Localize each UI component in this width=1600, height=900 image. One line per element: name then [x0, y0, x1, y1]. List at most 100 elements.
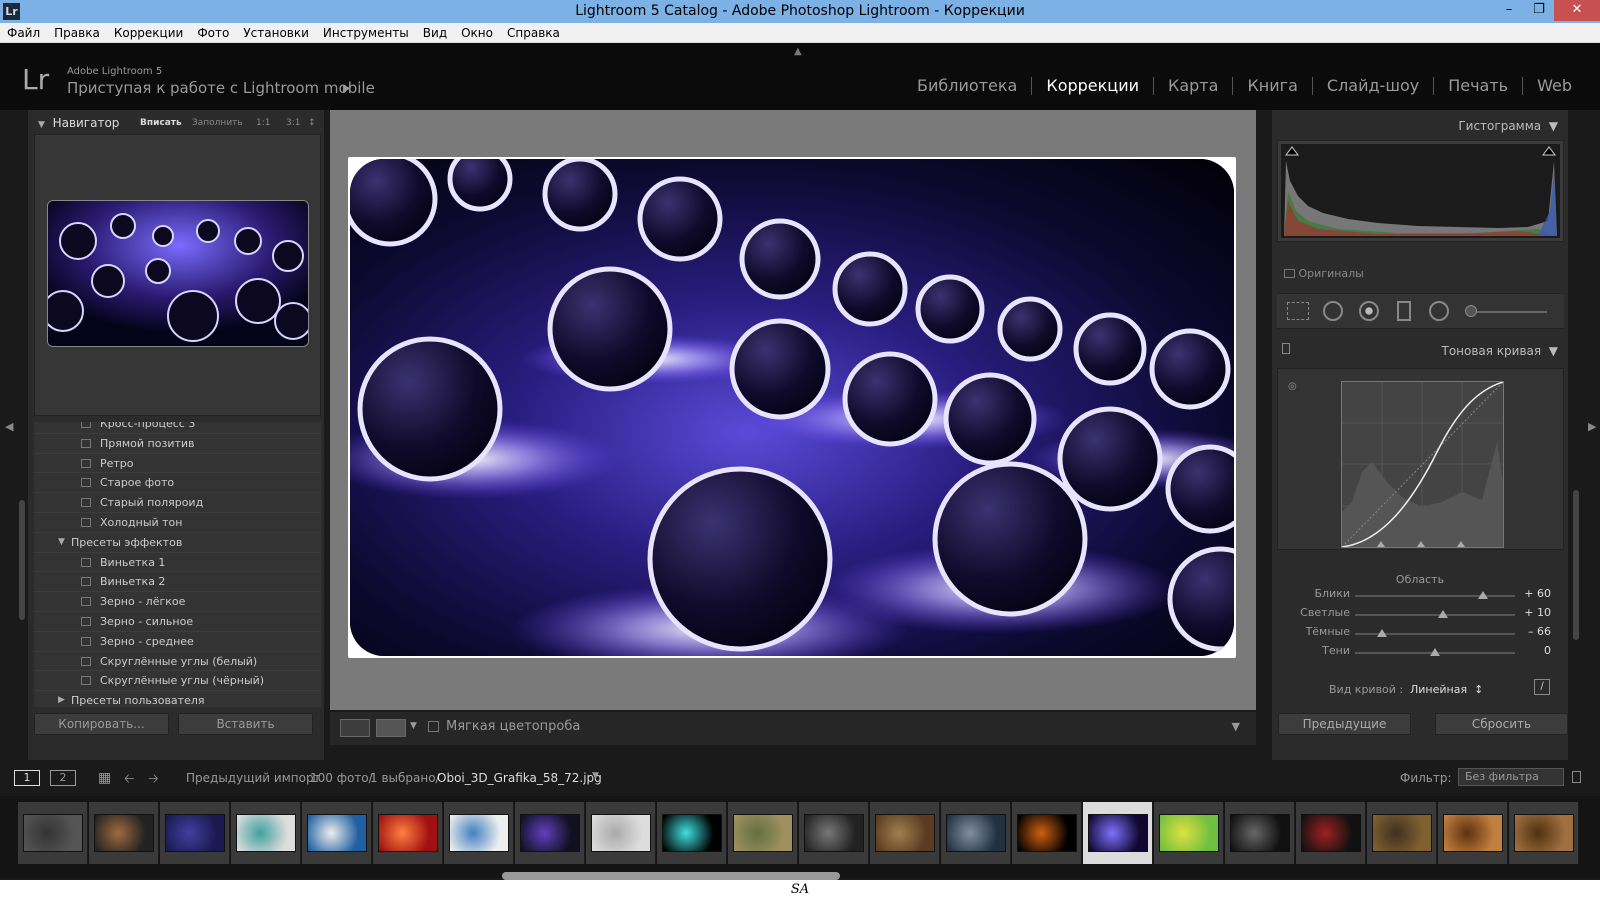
softproof-checkbox[interactable] — [428, 721, 439, 732]
before-after-icon[interactable] — [376, 719, 406, 737]
nav-3-1[interactable]: 3:1 — [286, 118, 300, 128]
module-web[interactable]: Web — [1522, 77, 1586, 95]
menu-settings[interactable]: Установки — [236, 23, 316, 42]
preset-item[interactable]: Старый поляроид — [34, 493, 321, 513]
filmstrip-thumb[interactable] — [302, 802, 372, 864]
split-point-3[interactable] — [1457, 541, 1465, 547]
left-panel-toggle-icon[interactable]: ◀ — [5, 420, 13, 433]
menu-develop[interactable]: Коррекции — [107, 23, 191, 42]
filmstrip-thumb[interactable] — [657, 802, 727, 864]
chevron-down-icon[interactable]: ▼ — [592, 771, 599, 781]
preset-item[interactable]: Зерно - сильное — [34, 612, 321, 632]
chevron-down-icon[interactable]: ▼ — [410, 721, 417, 731]
loupe-view-icon[interactable] — [340, 719, 370, 737]
filmstrip-thumb[interactable] — [1154, 802, 1224, 864]
module-slideshow[interactable]: Слайд-шоу — [1311, 77, 1433, 95]
grid-icon[interactable]: ▦ — [98, 770, 111, 786]
triangle-down-icon[interactable]: ▼ — [58, 533, 65, 552]
red-eye-icon[interactable] — [1359, 301, 1379, 321]
preset-item[interactable]: Скруглённые углы (чёрный) — [34, 671, 321, 692]
back-arrow-icon[interactable]: 🡠 — [124, 770, 135, 792]
preset-item[interactable]: Виньетка 2 — [34, 572, 321, 593]
toolbar-menu-icon[interactable]: ▼ — [1232, 720, 1240, 733]
filmstrip[interactable] — [0, 796, 1600, 878]
preset-item[interactable]: Прямой позитив — [34, 434, 321, 454]
histogram-header[interactable]: Гистограмма ▼ — [1458, 119, 1558, 133]
filmstrip-thumb[interactable] — [1083, 802, 1153, 864]
preset-item[interactable]: Виньетка 1 — [34, 553, 321, 573]
slider-value[interactable]: + 60 — [1511, 587, 1551, 600]
nav-fit[interactable]: Вписать — [140, 118, 182, 128]
panel-toggle-icon[interactable] — [1282, 343, 1290, 354]
menu-tools[interactable]: Инструменты — [316, 23, 416, 42]
slider-track[interactable] — [1355, 614, 1515, 616]
preset-item[interactable]: Старое фото — [34, 473, 321, 494]
chevron-down-icon[interactable]: ▼ — [1549, 344, 1558, 358]
filmstrip-scrollbar[interactable] — [502, 872, 840, 880]
split-point-1[interactable] — [1377, 541, 1385, 547]
filmstrip-thumb[interactable] — [444, 802, 514, 864]
module-book[interactable]: Книга — [1232, 77, 1311, 95]
collapse-top-icon[interactable]: ▲ — [794, 46, 802, 57]
monitor-1-button[interactable]: 1 — [14, 770, 40, 786]
originals-checkbox[interactable] — [1284, 269, 1295, 278]
radial-filter-icon[interactable] — [1429, 301, 1449, 321]
filmstrip-thumb[interactable] — [18, 802, 88, 864]
slider-knob[interactable] — [1478, 591, 1488, 599]
filmstrip-thumb[interactable] — [870, 802, 940, 864]
menu-window[interactable]: Окно — [454, 23, 500, 42]
module-develop[interactable]: Коррекции — [1031, 77, 1153, 95]
crop-tool-icon[interactable] — [1287, 302, 1309, 320]
monitor-2-button[interactable]: 2 — [50, 770, 76, 786]
preset-item[interactable]: Зерно - среднее — [34, 632, 321, 652]
spot-removal-icon[interactable] — [1323, 301, 1343, 321]
slider-track[interactable] — [1355, 595, 1515, 597]
right-panel-toggle-icon[interactable]: ▶ — [1588, 420, 1596, 433]
forward-arrow-icon[interactable]: 🡢 — [148, 770, 159, 792]
preset-folder[interactable]: ▶ Пресеты пользователя — [34, 691, 321, 707]
close-icon[interactable]: ✕ — [1554, 0, 1600, 21]
filmstrip-thumb[interactable] — [1509, 802, 1579, 864]
previous-button[interactable]: Предыдущие — [1278, 713, 1411, 735]
brush-slider[interactable] — [1467, 311, 1547, 313]
tonecurve-header[interactable]: Тоновая кривая ▼ — [1441, 344, 1558, 358]
filmstrip-thumb[interactable] — [89, 802, 159, 864]
menu-view[interactable]: Вид — [416, 23, 454, 42]
filmstrip-thumb[interactable] — [1012, 802, 1082, 864]
menu-edit[interactable]: Правка — [47, 23, 107, 42]
module-library[interactable]: Библиотека — [903, 77, 1031, 95]
filmstrip-thumb[interactable] — [1296, 802, 1366, 864]
filmstrip-thumb[interactable] — [1438, 802, 1508, 864]
menu-file[interactable]: Файл — [0, 23, 47, 42]
preset-item[interactable]: Скруглённые углы (белый) — [34, 652, 321, 672]
reset-button[interactable]: Сбросить — [1435, 713, 1568, 735]
play-icon[interactable]: ▶ — [343, 83, 351, 94]
paste-button[interactable]: Вставить — [178, 713, 313, 735]
curve-type-select[interactable]: Линейная ↕ — [1410, 683, 1483, 696]
tone-curve-graph[interactable] — [1341, 381, 1504, 548]
source-label[interactable]: Предыдущий импорт — [186, 771, 321, 785]
target-adjust-icon[interactable]: ◎ — [1288, 381, 1297, 392]
slider-value[interactable]: 0 — [1511, 644, 1551, 657]
nav-1-1[interactable]: 1:1 — [256, 118, 270, 128]
filter-lock-icon[interactable] — [1572, 771, 1581, 783]
filmstrip-thumb[interactable] — [941, 802, 1011, 864]
filmstrip-thumb[interactable] — [1225, 802, 1295, 864]
graduated-filter-icon[interactable] — [1397, 301, 1411, 321]
triangle-right-icon[interactable]: ▶ — [58, 691, 65, 707]
nav-fill[interactable]: Заполнить — [192, 118, 243, 128]
slider-value[interactable]: + 10 — [1511, 606, 1551, 619]
filmstrip-thumb[interactable] — [373, 802, 443, 864]
right-scrollbar[interactable] — [1573, 490, 1579, 640]
filmstrip-thumb[interactable] — [1367, 802, 1437, 864]
filmstrip-thumb[interactable] — [231, 802, 301, 864]
copy-button[interactable]: Копировать... — [34, 713, 169, 735]
main-photo[interactable] — [348, 157, 1236, 658]
originals-toggle[interactable]: Оригиналы — [1284, 267, 1364, 280]
chevron-down-icon[interactable]: ▼ — [38, 120, 45, 130]
preset-item[interactable]: Зерно - лёгкое — [34, 592, 321, 612]
image-viewer[interactable] — [330, 110, 1256, 710]
point-curve-icon[interactable]: ∕ — [1534, 679, 1550, 695]
preset-item[interactable]: Холодный тон — [34, 513, 321, 533]
navigator-preview[interactable] — [34, 134, 321, 416]
